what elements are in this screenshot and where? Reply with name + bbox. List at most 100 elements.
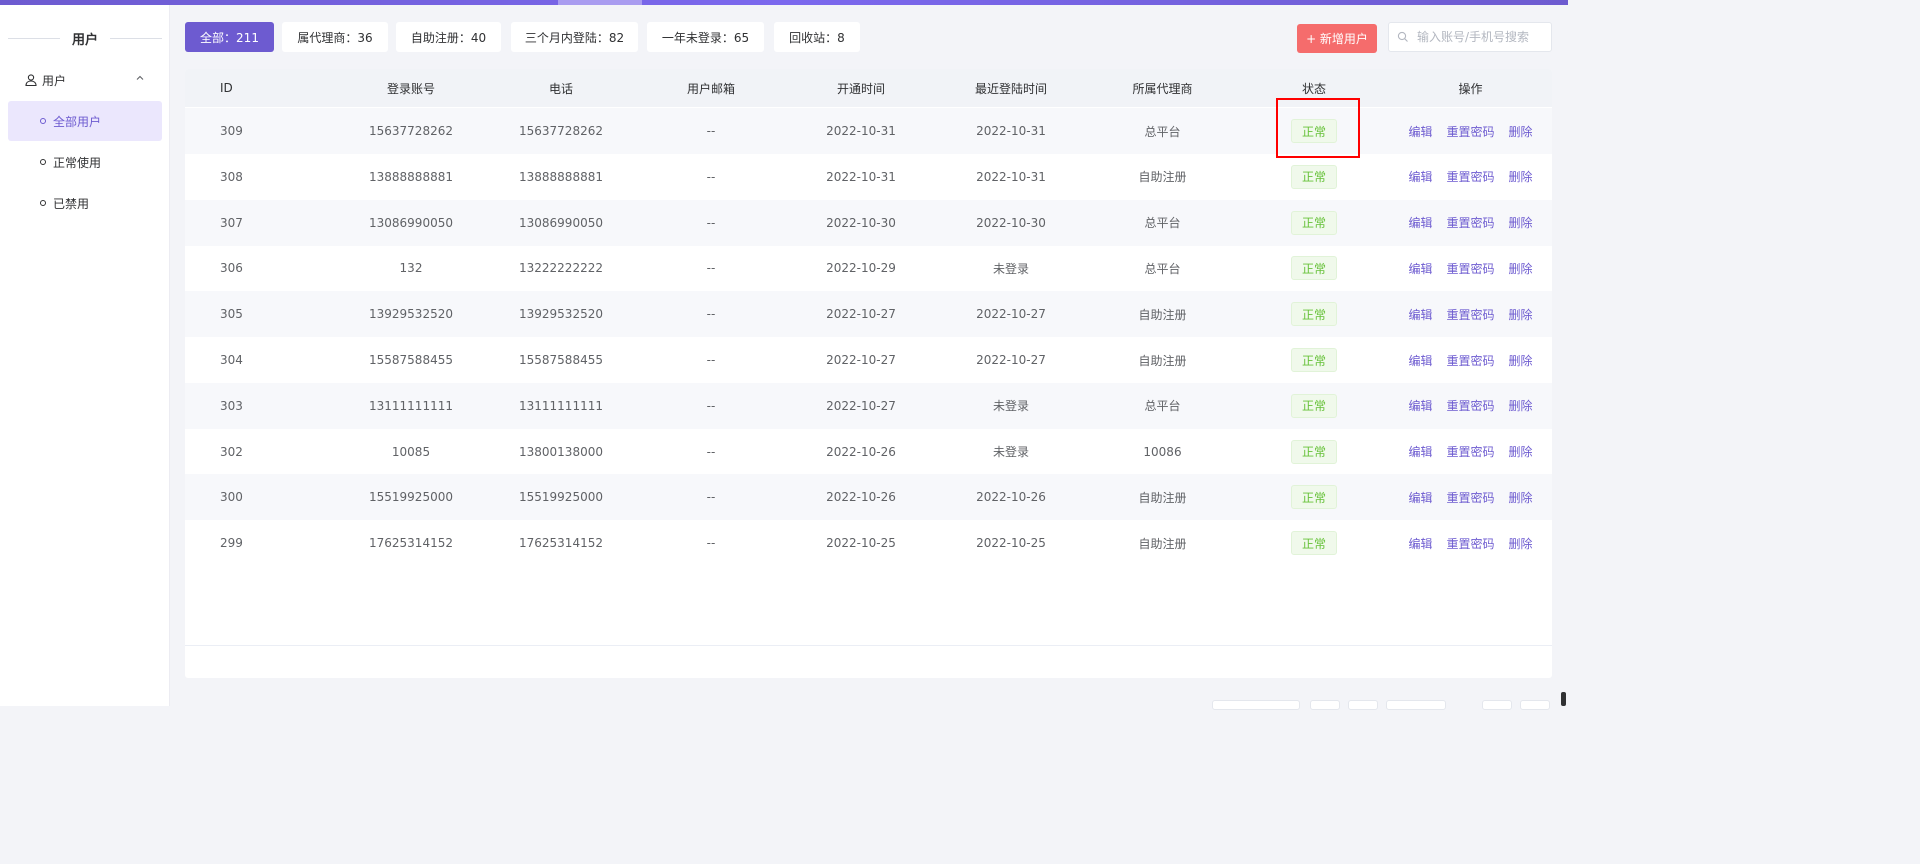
cell-status: 正常 [1239, 520, 1389, 566]
cell-account: 10085 [391, 444, 431, 459]
pagination-sizes[interactable] [1212, 700, 1300, 710]
cell-account: 15587588455 [369, 353, 453, 367]
sidebar-item[interactable]: 正常使用 [8, 142, 162, 182]
delete-button[interactable]: 删除 [1509, 352, 1533, 369]
table-row[interactable]: 299 17625314152 17625314152 -- 2022-10-25 202… [185, 520, 1552, 566]
column-header: ID [220, 81, 233, 95]
column-header: 登录账号 [386, 81, 435, 96]
reset-password-button[interactable]: 重置密码 [1446, 260, 1494, 277]
reset-password-button[interactable]: 重置密码 [1446, 168, 1494, 185]
edit-button[interactable]: 编辑 [1408, 443, 1432, 460]
edit-button[interactable]: 编辑 [1408, 214, 1432, 231]
status-badge: 正常 [1291, 439, 1337, 464]
cell-opened: 2022-10-27 [826, 353, 896, 367]
filter-tab[interactable]: 自助注册：40 [396, 22, 501, 52]
filter-tab[interactable]: 全部：211 [185, 22, 274, 52]
pagination-jump[interactable] [1386, 700, 1446, 710]
filter-tab[interactable]: 一年未登录：65 [647, 22, 764, 52]
cell-status: 正常 [1239, 200, 1389, 246]
table-row[interactable]: 303 13111111111 13111111111 -- 2022-10-27 未登录… [185, 382, 1552, 429]
cell-actions: 编辑 重置密码 删除 [1389, 245, 1552, 291]
delete-button[interactable]: 删除 [1509, 123, 1533, 140]
reset-password-button[interactable]: 重置密码 [1446, 123, 1494, 140]
cell-agent: 自助注册 [1138, 307, 1187, 322]
cell-last-login: 2022-10-25 [976, 536, 1046, 551]
cell-account: 13929532520 [369, 307, 453, 322]
sidebar-group-users[interactable]: 用户 [8, 69, 162, 91]
cell-email: -- [706, 307, 716, 322]
table-row[interactable]: 305 13929532520 13929532520 -- 2022-10-27 202… [185, 291, 1552, 338]
cell-agent: 总平台 [1144, 399, 1181, 414]
edit-button[interactable]: 编辑 [1408, 352, 1432, 369]
cell-status: 正常 [1239, 154, 1389, 200]
cell-agent: 自助注册 [1138, 353, 1187, 368]
delete-button[interactable]: 删除 [1509, 397, 1533, 414]
delete-button[interactable]: 删除 [1509, 306, 1533, 323]
delete-button[interactable]: 删除 [1509, 443, 1533, 460]
sidebar-item-label: 已禁用 [53, 196, 90, 211]
reset-password-button[interactable]: 重置密码 [1446, 214, 1494, 231]
pagination-page[interactable] [1348, 700, 1378, 710]
edit-button[interactable]: 编辑 [1408, 489, 1432, 506]
top-accent-segment [558, 0, 642, 5]
filter-tab[interactable]: 回收站：8 [774, 22, 860, 52]
add-user-button[interactable]: + 新增用户 [1297, 24, 1377, 53]
reset-password-button[interactable]: 重置密码 [1446, 489, 1494, 506]
pagination-last[interactable] [1520, 700, 1550, 710]
pagination-next[interactable] [1482, 700, 1512, 710]
reset-password-button[interactable]: 重置密码 [1446, 535, 1494, 552]
column-header: 操作 [1458, 81, 1483, 96]
search-input[interactable] [1417, 30, 1545, 44]
cell-email: -- [706, 169, 716, 184]
cell-email: -- [706, 536, 716, 551]
scrollbar-thumb[interactable] [1561, 692, 1566, 706]
cell-opened: 2022-10-31 [826, 124, 896, 138]
divider [110, 37, 163, 39]
filter-tab[interactable]: 三个月内登陆：82 [511, 22, 638, 52]
delete-button[interactable]: 删除 [1509, 535, 1533, 552]
table-row[interactable]: 307 13086990050 13086990050 -- 2022-10-30 202… [185, 199, 1552, 246]
cell-agent: 总平台 [1144, 216, 1181, 231]
chevron-up-icon[interactable] [134, 72, 146, 84]
sidebar-item[interactable]: 全部用户 [8, 101, 162, 141]
filter-tab[interactable]: 属代理商：36 [282, 22, 388, 52]
cell-phone: 13086990050 [519, 215, 603, 230]
edit-button[interactable]: 编辑 [1408, 260, 1432, 277]
edit-button[interactable]: 编辑 [1408, 535, 1432, 552]
reset-password-button[interactable]: 重置密码 [1446, 306, 1494, 323]
sidebar: 用户 用户 全部用户 正常使用 已禁用 [0, 5, 170, 706]
edit-button[interactable]: 编辑 [1408, 123, 1432, 140]
user-icon [24, 73, 38, 87]
delete-button[interactable]: 删除 [1509, 489, 1533, 506]
delete-button[interactable]: 删除 [1509, 168, 1533, 185]
edit-button[interactable]: 编辑 [1408, 168, 1432, 185]
status-badge: 正常 [1291, 164, 1337, 189]
reset-password-button[interactable]: 重置密码 [1446, 397, 1494, 414]
reset-password-button[interactable]: 重置密码 [1446, 352, 1494, 369]
reset-password-button[interactable]: 重置密码 [1446, 443, 1494, 460]
table-row[interactable]: 302 10085 13800138000 -- 2022-10-26 未登录 10086 正… [185, 429, 1552, 475]
cell-phone: 15587588455 [519, 353, 603, 367]
cell-agent: 10086 [1143, 444, 1182, 459]
delete-button[interactable]: 删除 [1509, 214, 1533, 231]
sidebar-item[interactable]: 已禁用 [8, 183, 162, 223]
table-row[interactable]: 308 13888888881 13888888881 -- 2022-10-31 202… [185, 154, 1552, 200]
column-header: 所属代理商 [1132, 81, 1193, 96]
cell-email: -- [706, 444, 716, 459]
table-row[interactable]: 300 15519925000 15519925000 -- 2022-10-26 202… [185, 474, 1552, 521]
search-box[interactable] [1388, 22, 1552, 52]
cell-opened: 2022-10-30 [826, 215, 896, 230]
delete-button[interactable]: 删除 [1509, 260, 1533, 277]
edit-button[interactable]: 编辑 [1408, 397, 1432, 414]
table-footer-divider [185, 645, 1552, 646]
cell-opened: 2022-10-29 [826, 261, 896, 276]
cell-opened: 2022-10-26 [826, 490, 896, 505]
column-header: 用户邮箱 [686, 81, 735, 96]
table-row[interactable]: 306 132 13222222222 -- 2022-10-29 未登录 总平台 正常 编辑重… [185, 245, 1552, 291]
table-row[interactable]: 304 15587588455 15587588455 -- 2022-10-27 202… [185, 337, 1552, 383]
cell-last-login: 2022-10-31 [976, 169, 1046, 184]
edit-button[interactable]: 编辑 [1408, 306, 1432, 323]
bullet-icon [40, 200, 46, 206]
pagination-prev[interactable] [1310, 700, 1340, 710]
table-row[interactable]: 309 15637728262 15637728262 -- 2022-10-31 202… [185, 108, 1552, 154]
